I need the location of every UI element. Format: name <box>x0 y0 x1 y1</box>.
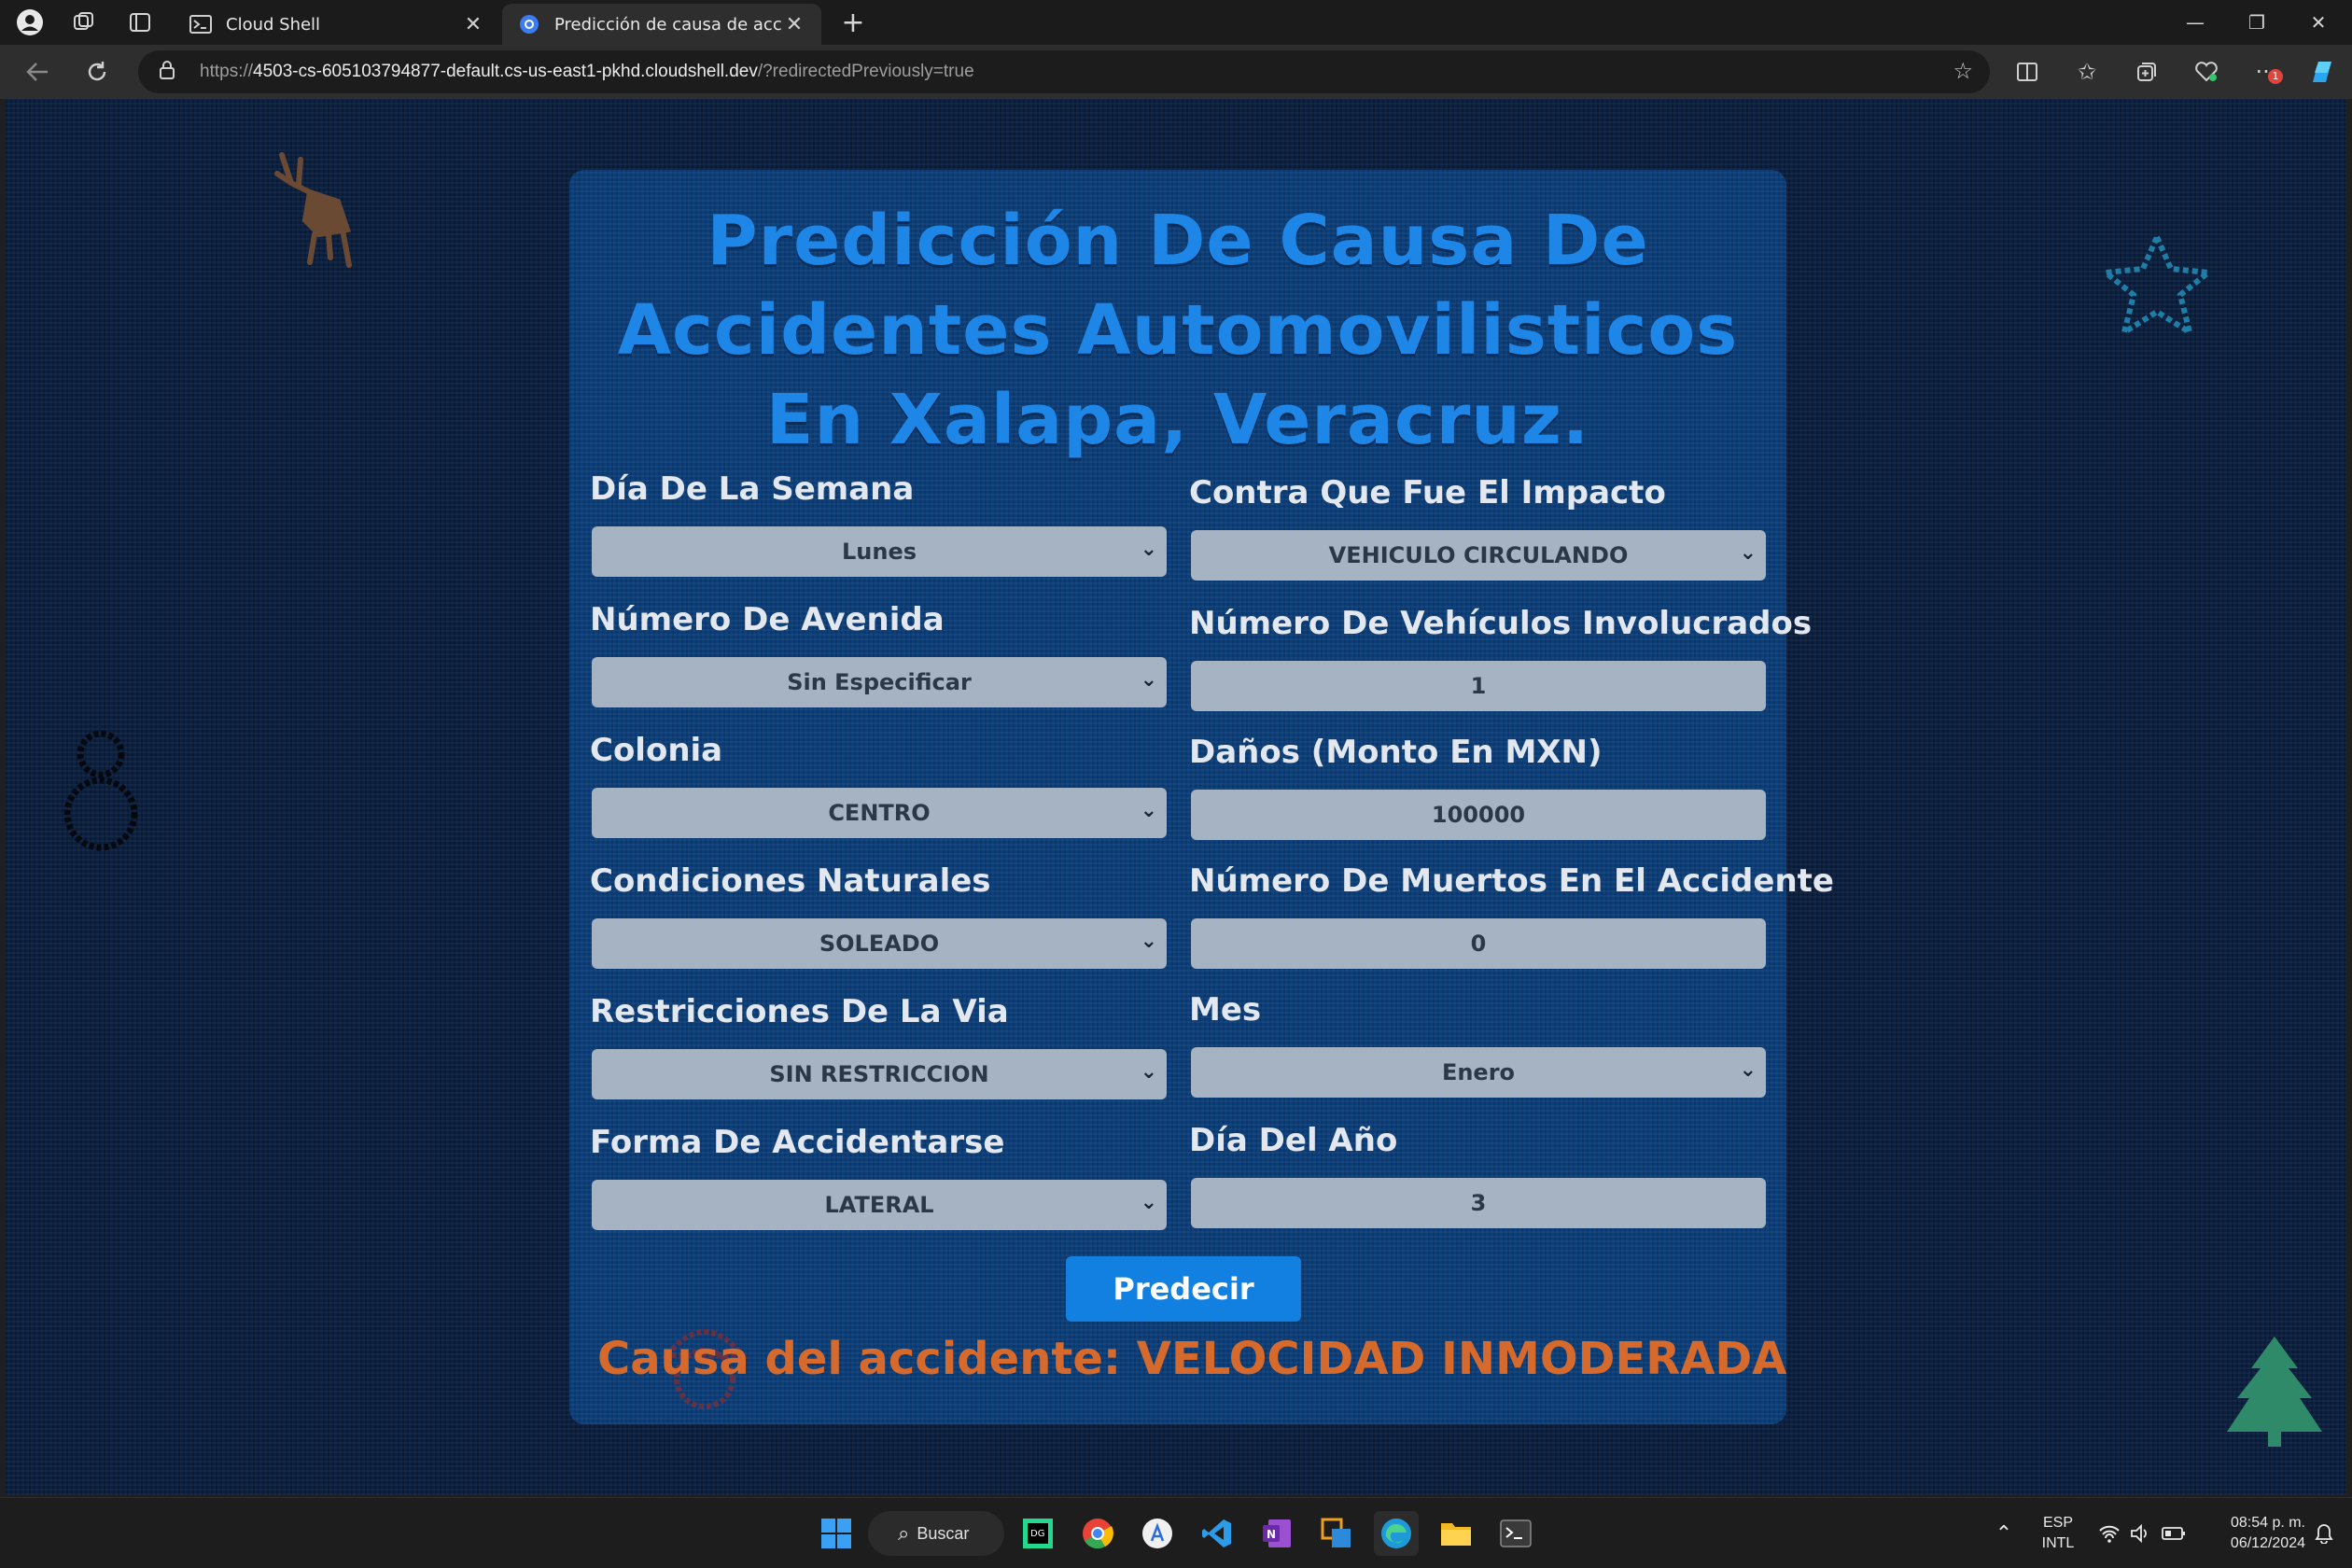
label-numero-avenida: Número De Avenida <box>590 601 945 638</box>
label-forma-accidentarse: Forma De Accidentarse <box>590 1124 1005 1161</box>
reload-icon[interactable] <box>77 54 118 90</box>
reindeer-decoration-icon <box>274 152 352 268</box>
input-numero-muertos[interactable]: 0 <box>1191 918 1766 969</box>
vscode-app-icon[interactable] <box>1195 1511 1239 1556</box>
workspaces-icon[interactable] <box>62 6 106 39</box>
favorites-icon[interactable]: ✩ <box>2066 54 2107 90</box>
new-tab-button[interactable]: + <box>833 6 874 39</box>
windows-taskbar: ⌕ Buscar DG N ⌃ ESP INTL 08:54 p. m. 06/… <box>0 1497 2352 1568</box>
url-field[interactable]: https://4503-cs-605103794877-default.cs-… <box>138 50 1990 93</box>
close-tab-icon[interactable]: ✕ <box>461 13 485 36</box>
lock-icon[interactable] <box>159 60 183 85</box>
select-mes[interactable]: Enero ⌄ <box>1191 1047 1766 1098</box>
battery-icon[interactable] <box>2158 1498 2190 1568</box>
chevron-down-icon: ⌄ <box>1140 799 1157 822</box>
input-danos-monto[interactable]: 100000 <box>1191 790 1766 840</box>
label-dia-semana: Día De La Semana <box>590 470 915 508</box>
edge-app-icon[interactable] <box>1374 1511 1419 1556</box>
label-numero-vehiculos: Número De Vehículos Involucrados <box>1189 605 1813 642</box>
label-dia-anio: Día Del Año <box>1189 1122 1398 1159</box>
select-numero-avenida[interactable]: Sin Especificar ⌄ <box>592 657 1167 707</box>
copilot-icon[interactable] <box>2302 54 2343 90</box>
chevron-down-icon: ⌄ <box>1140 668 1157 692</box>
snowman-decoration-icon <box>63 730 138 851</box>
chevron-down-icon: ⌄ <box>1140 1191 1157 1214</box>
restore-icon[interactable]: ❐ <box>2227 6 2287 39</box>
taskbar-clock[interactable]: 08:54 p. m. 06/12/2024 <box>2203 1498 2305 1568</box>
chevron-down-icon: ⌄ <box>1140 538 1157 561</box>
select-contra-que-impacto[interactable]: VEHICULO CIRCULANDO ⌄ <box>1191 530 1766 581</box>
label-danos-monto: Daños (Monto En MXN) <box>1189 734 1603 771</box>
collections-icon[interactable] <box>2126 54 2167 90</box>
close-tab-icon[interactable]: ✕ <box>782 13 806 36</box>
label-restricciones-via: Restricciones De La Via <box>590 993 1009 1030</box>
label-condiciones-naturales: Condiciones Naturales <box>590 862 991 900</box>
terminal-app-icon[interactable] <box>1493 1511 1538 1556</box>
datagrip-app-icon[interactable]: DG <box>1015 1511 1060 1556</box>
page-viewport: Predicción De Causa De Accidentes Automo… <box>6 99 2346 1495</box>
select-colonia[interactable]: CENTRO ⌄ <box>592 788 1167 838</box>
chevron-down-icon: ⌄ <box>1140 1060 1157 1084</box>
tab-actions-icon[interactable] <box>118 6 162 39</box>
onenote-app-icon[interactable]: N <box>1254 1511 1299 1556</box>
prediction-result: Causa del accidente: VELOCIDAD INMODERAD… <box>597 1333 1786 1385</box>
language-indicator[interactable]: ESP INTL <box>2035 1498 2081 1568</box>
input-numero-vehiculos[interactable]: 1 <box>1191 661 1766 711</box>
select-restricciones-via[interactable]: SIN RESTRICCION ⌄ <box>592 1049 1167 1099</box>
volume-icon[interactable] <box>2126 1498 2154 1568</box>
tree-decoration-icon <box>2227 1337 2322 1447</box>
taskbar-search[interactable]: ⌕ Buscar <box>868 1511 1004 1556</box>
chrome-app-icon[interactable] <box>1075 1511 1120 1556</box>
terminal-icon <box>189 12 213 36</box>
cloud-app-icon <box>517 12 541 36</box>
notifications-icon[interactable] <box>2309 1498 2339 1568</box>
file-explorer-icon[interactable] <box>1434 1511 1478 1556</box>
select-forma-accidentarse[interactable]: LATERAL ⌄ <box>592 1180 1167 1230</box>
prediction-form-card: Predicción De Causa De Accidentes Automo… <box>569 170 1834 1424</box>
chevron-down-icon: ⌄ <box>1140 930 1157 953</box>
star-decoration-icon <box>2098 230 2216 339</box>
label-colonia: Colonia <box>590 732 723 769</box>
browser-tab-bar: Cloud Shell ✕ Predicción de causa de acc… <box>0 0 2352 45</box>
address-bar-row: https://4503-cs-605103794877-default.cs-… <box>0 45 2352 99</box>
close-window-icon[interactable]: ✕ <box>2289 6 2348 39</box>
label-numero-muertos: Número De Muertos En El Accidente <box>1189 862 1834 900</box>
search-icon: ⌕ <box>898 1521 910 1545</box>
input-dia-anio[interactable]: 3 <box>1191 1178 1766 1228</box>
back-icon[interactable] <box>17 54 58 90</box>
result-label: Causa del accidente: <box>597 1333 1122 1385</box>
chevron-down-icon: ⌄ <box>1739 541 1757 565</box>
start-button-icon[interactable] <box>814 1511 859 1556</box>
url-text: https://4503-cs-605103794877-default.cs-… <box>200 62 974 81</box>
minimize-icon[interactable]: — <box>2165 6 2225 39</box>
svg-text:DG: DG <box>1030 1529 1044 1539</box>
tab-prediccion[interactable]: Predicción de causa de accidentes ✕ <box>502 4 821 45</box>
tab-cloud-shell[interactable]: Cloud Shell ✕ <box>174 4 500 45</box>
result-value: VELOCIDAD INMODERADA <box>1136 1333 1787 1385</box>
label-mes: Mes <box>1189 991 1262 1029</box>
tab-title: Predicción de causa de accidentes <box>554 14 782 35</box>
label-contra-que-impacto: Contra Que Fue El Impacto <box>1189 474 1666 511</box>
remote-desktop-app-icon[interactable] <box>1314 1511 1359 1556</box>
svg-text:N: N <box>1267 1528 1276 1541</box>
predict-button[interactable]: Predecir <box>1066 1256 1301 1322</box>
tab-title: Cloud Shell <box>226 14 321 35</box>
favorite-star-icon[interactable]: ☆ <box>1953 58 1973 84</box>
more-options-icon[interactable]: ··· 1 <box>2246 54 2287 90</box>
chevron-down-icon: ⌄ <box>1739 1058 1757 1082</box>
show-hidden-icons-icon[interactable]: ⌃ <box>1988 1498 2020 1568</box>
wifi-icon[interactable] <box>2094 1498 2124 1568</box>
notification-badge: 1 <box>2268 69 2283 84</box>
select-dia-semana[interactable]: Lunes ⌄ <box>592 526 1167 577</box>
app-store-icon[interactable] <box>1135 1511 1180 1556</box>
page-title: Predicción De Causa De Accidentes Automo… <box>617 201 1739 460</box>
select-condiciones-naturales[interactable]: SOLEADO ⌄ <box>592 918 1167 969</box>
split-screen-icon[interactable] <box>2007 54 2048 90</box>
browser-essentials-icon[interactable] <box>2186 54 2227 90</box>
profile-icon[interactable] <box>7 6 52 39</box>
